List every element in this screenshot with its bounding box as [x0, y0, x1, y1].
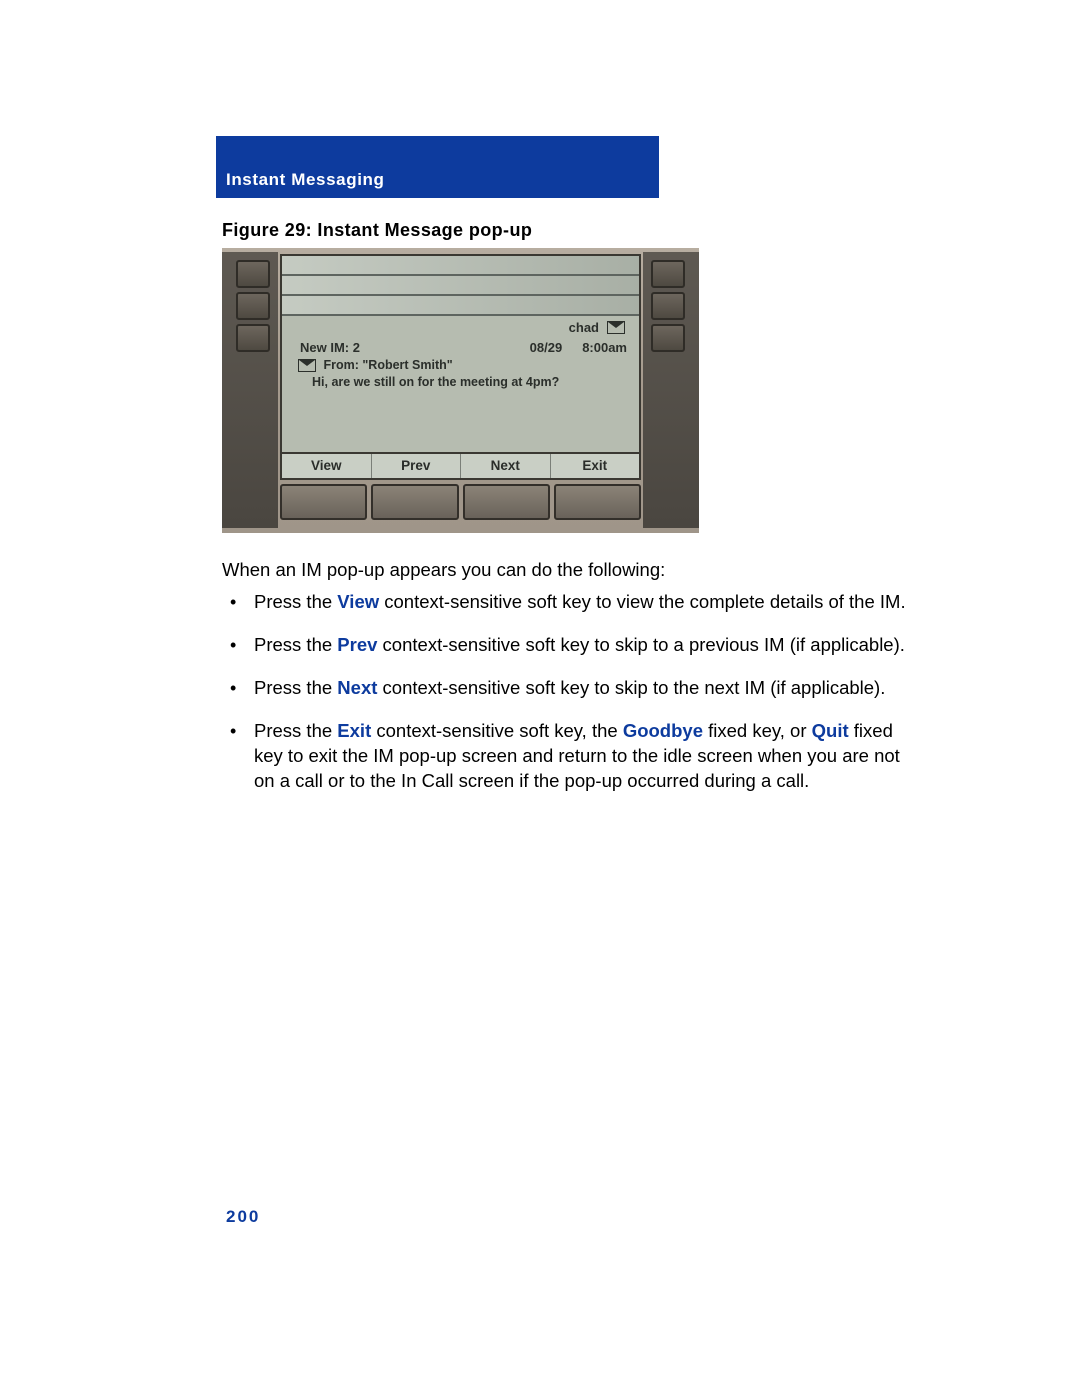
side-button	[236, 292, 270, 320]
lcd-status-row: chad	[282, 316, 639, 338]
softkey-label-exit: Exit	[551, 454, 640, 478]
text: fixed key, or	[703, 720, 812, 741]
softkey-label-next: Next	[461, 454, 551, 478]
im-time: 8:00am	[582, 340, 627, 355]
text: Press the	[254, 591, 337, 612]
side-button	[651, 260, 685, 288]
list-item: Press the Exit context-sensitive soft ke…	[252, 719, 912, 794]
presence-name: chad	[569, 320, 599, 335]
phone-photo: chad New IM: 2 08/29 8:00am From: "Rober…	[222, 248, 699, 533]
envelope-icon	[298, 359, 316, 372]
side-button	[651, 324, 685, 352]
text: context-sensitive soft key to skip to a …	[377, 634, 904, 655]
text: context-sensitive soft key to skip to th…	[377, 677, 885, 698]
keyword-exit: Exit	[337, 720, 371, 741]
section-header: Instant Messaging	[216, 136, 659, 198]
lcd-blank-line	[282, 256, 639, 276]
keyword-quit: Quit	[812, 720, 849, 741]
softkey-button	[371, 484, 458, 520]
text: Press the	[254, 720, 337, 741]
side-button	[236, 324, 270, 352]
side-button	[236, 260, 270, 288]
page-number: 200	[226, 1207, 260, 1227]
text: Press the	[254, 634, 337, 655]
list-item: Press the Next context-sensitive soft ke…	[252, 676, 912, 701]
side-button	[651, 292, 685, 320]
document-page: Instant Messaging Figure 29: Instant Mes…	[0, 0, 1080, 1397]
keyword-prev: Prev	[337, 634, 377, 655]
keyword-goodbye: Goodbye	[623, 720, 703, 741]
im-from: From: "Robert Smith"	[323, 358, 452, 372]
lcd-info-row: New IM: 2 08/29 8:00am	[282, 338, 639, 355]
envelope-icon	[607, 321, 625, 334]
softkey-buttons-row	[280, 484, 641, 520]
lcd-blank-line	[282, 276, 639, 296]
softkey-button	[280, 484, 367, 520]
softkey-button	[554, 484, 641, 520]
softkey-label-bar: View Prev Next Exit	[280, 454, 641, 480]
list-item: Press the View context-sensitive soft ke…	[252, 590, 912, 615]
section-header-title: Instant Messaging	[226, 170, 385, 190]
new-im-count: New IM: 2	[300, 340, 360, 355]
text: context-sensitive soft key, the	[371, 720, 623, 741]
im-body: Hi, are we still on for the meeting at 4…	[298, 374, 559, 391]
lcd-blank-line	[282, 296, 639, 316]
phone-bezel-left	[222, 252, 278, 528]
text: context-sensitive soft key to view the c…	[379, 591, 905, 612]
softkey-label-prev: Prev	[372, 454, 462, 478]
text: Press the	[254, 677, 337, 698]
figure-caption: Figure 29: Instant Message pop-up	[222, 220, 532, 241]
list-item: Press the Prev context-sensitive soft ke…	[252, 633, 912, 658]
instruction-list: Press the View context-sensitive soft ke…	[222, 590, 912, 812]
softkey-button	[463, 484, 550, 520]
keyword-view: View	[337, 591, 379, 612]
lcd-message: From: "Robert Smith" Hi, are we still on…	[282, 355, 639, 391]
keyword-next: Next	[337, 677, 377, 698]
im-date: 08/29	[530, 340, 563, 355]
intro-paragraph: When an IM pop-up appears you can do the…	[222, 558, 862, 583]
phone-lcd-screen: chad New IM: 2 08/29 8:00am From: "Rober…	[280, 254, 641, 454]
softkey-label-view: View	[282, 454, 372, 478]
phone-bezel-right	[643, 252, 699, 528]
